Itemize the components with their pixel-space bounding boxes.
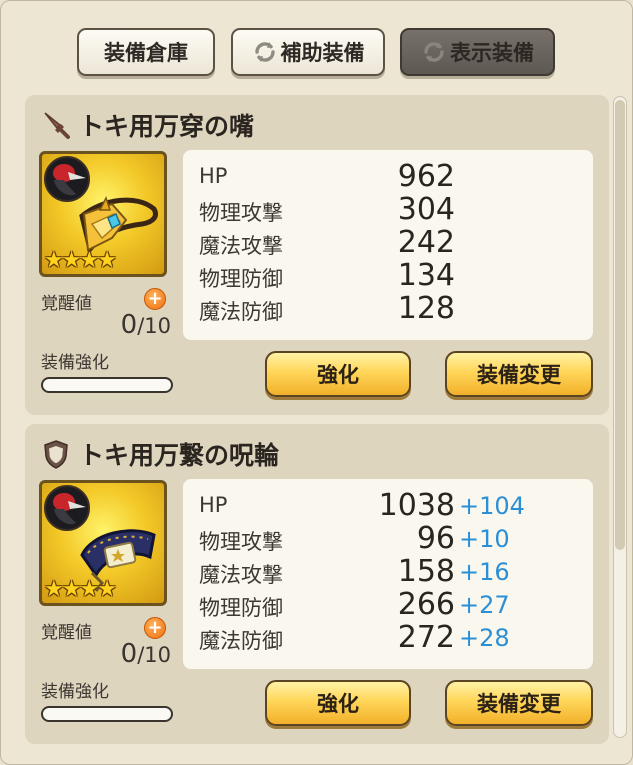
change-equipment-button[interactable]: 装備変更 (445, 680, 593, 726)
enhance-button[interactable]: 強化 (265, 680, 411, 726)
tab-bar: 装備倉庫 補助装備 表示装備 (1, 28, 633, 78)
stat-row: 魔法防御 128 (199, 291, 589, 328)
awakening-current: 0 (120, 310, 138, 340)
tab-display-equipment[interactable]: 表示装備 (400, 28, 555, 76)
equipment-item-icon[interactable]: ★ ★ ★ ★ (39, 151, 167, 277)
stat-name: 魔法攻撃 (199, 563, 283, 587)
stat-name: 物理攻撃 (199, 201, 283, 225)
tab-label: 補助装備 (280, 41, 365, 65)
stat-name: 物理防御 (199, 267, 283, 291)
enhance-progress-bar (41, 706, 173, 722)
equipment-card-accessory: トキ用万繋の呪輪 ★ ★ ★ ★ 覚醒値 + 0/10 装備強化 HP 1038… (25, 424, 609, 744)
scrollbar-thumb[interactable] (615, 100, 625, 550)
stat-value: 128 (397, 291, 455, 326)
stat-row: 魔法防御 272 +28 (199, 620, 589, 657)
equipment-card-weapon: トキ用万穿の嘴 ★ ★ ★ ★ 覚醒値 + 0/10 装備強化 HP 962 物… (25, 95, 609, 415)
awakening-current: 0 (120, 639, 138, 669)
equipment-item-icon[interactable]: ★ ★ ★ ★ (39, 480, 167, 606)
stat-name: 物理攻撃 (199, 530, 283, 554)
stat-name: 魔法防御 (199, 300, 283, 324)
stat-bonus: +104 (459, 492, 525, 520)
enhance-progress-bar (41, 377, 173, 393)
stat-name: 魔法防御 (199, 629, 283, 653)
stat-name: 物理防御 (199, 596, 283, 620)
stats-panel: HP 1038 +104 物理攻撃 96 +10 魔法攻撃 158 +16 物理… (183, 479, 593, 669)
stat-value: 134 (397, 258, 455, 293)
tab-label: 表示装備 (450, 41, 534, 65)
rarity-stars: ★ ★ ★ ★ (44, 577, 117, 602)
equipment-name: トキ用万繋の呪輪 (79, 441, 280, 470)
stat-value: 96 (416, 521, 455, 556)
stat-bonus: +28 (459, 624, 510, 652)
scrollbar[interactable] (613, 96, 627, 738)
star-icon: ★ (97, 577, 117, 602)
rarity-stars: ★ ★ ★ ★ (44, 248, 117, 273)
stat-value: 266 (397, 587, 455, 622)
equipment-name: トキ用万穿の嘴 (79, 112, 255, 141)
enhance-label: 装備強化 (41, 682, 109, 702)
stat-name: HP (199, 493, 228, 517)
star-icon: ★ (97, 248, 117, 273)
stat-name: HP (199, 164, 228, 188)
tab-equipment-storage[interactable]: 装備倉庫 (77, 28, 215, 76)
avatar (44, 485, 90, 531)
awakening-plus-button[interactable]: + (144, 617, 166, 639)
refresh-icon (252, 39, 278, 65)
equipment-title: トキ用万繋の呪輪 (39, 436, 279, 472)
stat-bonus: +16 (459, 558, 510, 586)
change-equipment-button[interactable]: 装備変更 (445, 351, 593, 397)
awakening-label: 覚醒値 (41, 294, 92, 314)
enhance-button[interactable]: 強化 (265, 351, 411, 397)
awakening-value: 0/10 (101, 639, 171, 669)
awakening-max: /10 (137, 643, 171, 667)
awakening-max: /10 (137, 314, 171, 338)
weapon-dagger-icon (39, 108, 73, 142)
stat-value: 242 (397, 225, 455, 260)
stat-value: 1038 (378, 488, 455, 523)
shield-icon (39, 437, 73, 471)
stat-value: 962 (397, 159, 455, 194)
stat-bonus: +27 (459, 591, 510, 619)
tab-label: 装備倉庫 (104, 41, 188, 65)
enhance-label: 装備強化 (41, 353, 109, 373)
tab-sub-equipment[interactable]: 補助装備 (231, 28, 385, 76)
awakening-label: 覚醒値 (41, 623, 92, 643)
equipment-panel: 装備倉庫 補助装備 表示装備 トキ用万穿の嘴 ★ ★ ★ ★ 覚醒値 + 0/1… (0, 0, 633, 765)
stat-value: 304 (397, 192, 455, 227)
stat-name: 魔法攻撃 (199, 234, 283, 258)
avatar (44, 156, 90, 202)
awakening-value: 0/10 (101, 310, 171, 340)
stat-value: 272 (397, 620, 455, 655)
stat-value: 158 (397, 554, 455, 589)
refresh-icon (421, 39, 447, 65)
stats-panel: HP 962 物理攻撃 304 魔法攻撃 242 物理防御 134 魔法防御 1… (183, 150, 593, 340)
stat-bonus: +10 (459, 525, 510, 553)
equipment-title: トキ用万穿の嘴 (39, 107, 254, 143)
awakening-plus-button[interactable]: + (144, 288, 166, 310)
